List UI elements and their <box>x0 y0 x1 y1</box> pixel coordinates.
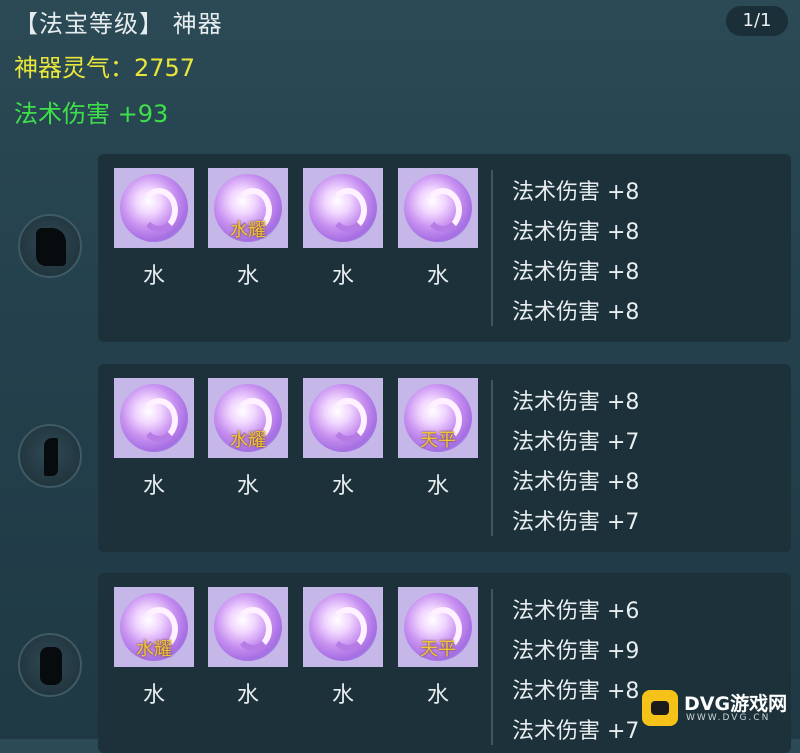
stat-line: 法术伤害 +8 <box>512 470 640 495</box>
gem-slot[interactable] <box>303 587 383 667</box>
gem-tag: 水耀 <box>136 639 172 660</box>
gem-tag: 水耀 <box>230 220 266 241</box>
stat-line: 法术伤害 +8 <box>512 679 640 704</box>
robot-logo-icon <box>642 690 678 726</box>
stat-line: 法术伤害 +8 <box>512 390 640 415</box>
gem-slot[interactable] <box>303 168 383 248</box>
gem-label: 水 <box>236 474 259 499</box>
stat-line: 法术伤害 +8 <box>512 260 640 285</box>
gem-slot[interactable] <box>114 378 194 458</box>
blade-silhouette-icon[interactable] <box>18 424 82 488</box>
vase-silhouette-icon[interactable] <box>18 633 82 697</box>
gem-panel-1: 水 水耀 水 水 水 法术伤害 +8 法术伤害 +8 法术伤害 +8 法术伤害 … <box>98 154 791 342</box>
divider <box>491 589 493 745</box>
artifact-aura: 神器灵气：2757 <box>14 54 196 82</box>
gem-label: 水 <box>331 474 354 499</box>
gem-tag: 天平 <box>420 639 456 660</box>
gem-slot[interactable]: 水耀 <box>208 378 288 458</box>
gem-panel-2: 水 水耀 水 水 天平 水 法术伤害 +8 法术伤害 +7 法术伤害 +8 法术… <box>98 364 791 552</box>
cape-silhouette-icon[interactable] <box>18 214 82 278</box>
gem-slot[interactable]: 水耀 <box>114 587 194 667</box>
gem-slot[interactable] <box>208 587 288 667</box>
gem-label: 水 <box>142 474 165 499</box>
gem-label: 水 <box>426 474 449 499</box>
artifact-level-title: 【法宝等级】 神器 <box>14 10 223 38</box>
stat-line: 法术伤害 +9 <box>512 639 640 664</box>
divider <box>491 380 493 536</box>
gem-label: 水 <box>142 683 165 708</box>
stat-line: 法术伤害 +8 <box>512 180 640 205</box>
gem-tag: 天平 <box>420 430 456 451</box>
gem-slot[interactable] <box>114 168 194 248</box>
gem-label: 水 <box>142 264 165 289</box>
gem-label: 水 <box>331 264 354 289</box>
gem-label: 水 <box>331 683 354 708</box>
watermark-url: WWW.DVG.CN <box>686 713 771 723</box>
gem-slot[interactable]: 天平 <box>398 587 478 667</box>
gem-slot[interactable]: 水耀 <box>208 168 288 248</box>
divider <box>491 170 493 326</box>
stat-line: 法术伤害 +8 <box>512 300 640 325</box>
gem-label: 水 <box>426 683 449 708</box>
gem-label: 水 <box>426 264 449 289</box>
gem-label: 水 <box>236 683 259 708</box>
gem-tag: 水耀 <box>230 430 266 451</box>
page-indicator: 1/1 <box>726 6 788 36</box>
total-spell-damage: 法术伤害 +93 <box>14 100 169 128</box>
stat-line: 法术伤害 +7 <box>512 719 640 744</box>
stat-line: 法术伤害 +7 <box>512 430 640 455</box>
watermark-brand: DVG游戏网 <box>684 693 788 715</box>
gem-slot[interactable]: 天平 <box>398 378 478 458</box>
stat-line: 法术伤害 +6 <box>512 599 640 624</box>
gem-slot[interactable] <box>398 168 478 248</box>
stat-line: 法术伤害 +7 <box>512 510 640 535</box>
watermark-logo: DVG游戏网 WWW.DVG.CN <box>642 687 792 729</box>
gem-slot[interactable] <box>303 378 383 458</box>
gem-label: 水 <box>236 264 259 289</box>
stat-line: 法术伤害 +8 <box>512 220 640 245</box>
